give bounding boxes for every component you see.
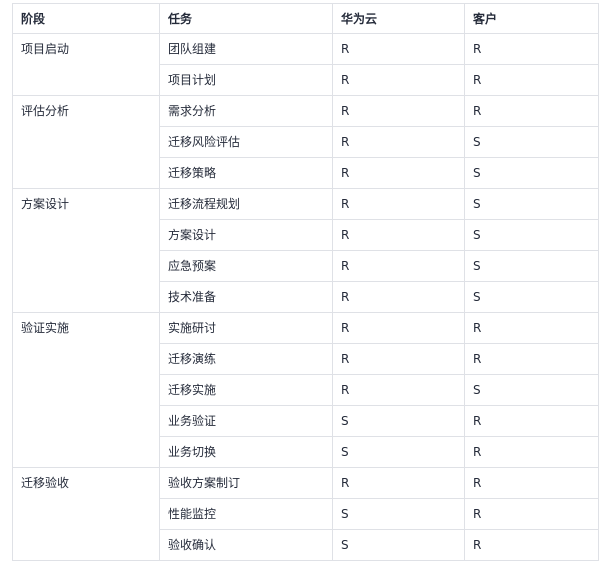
huawei-cloud-cell: R (332, 157, 465, 189)
task-cell: 方案设计 (159, 219, 333, 251)
customer-cell: S (464, 219, 599, 251)
responsibility-table: 阶段 任务 华为云 客户 项目启动 团队组建 R R 项目计划 R R 评估分析 需求分析 R R 迁… (12, 3, 599, 561)
header-customer: 客户 (464, 3, 599, 34)
task-cell: 需求分析 (159, 95, 333, 127)
customer-cell: R (464, 343, 599, 375)
task-cell: 验收方案制订 (159, 467, 333, 499)
customer-cell: R (464, 529, 599, 561)
huawei-cloud-cell: R (332, 343, 465, 375)
huawei-cloud-cell: S (332, 529, 465, 561)
task-cell: 实施研讨 (159, 312, 333, 344)
header-huawei-cloud: 华为云 (332, 3, 465, 34)
table-row: 评估分析 需求分析 R R (12, 95, 599, 189)
huawei-cloud-cell: S (332, 498, 465, 530)
task-cell: 团队组建 (159, 33, 333, 65)
huawei-cloud-cell: R (332, 188, 465, 220)
table-row: 验证实施 实施研讨 R R (12, 312, 599, 468)
customer-cell: S (464, 250, 599, 282)
huawei-cloud-cell: R (332, 219, 465, 251)
task-cell: 迁移流程规划 (159, 188, 333, 220)
task-cell: 技术准备 (159, 281, 333, 313)
huawei-cloud-cell: R (332, 281, 465, 313)
customer-cell: R (464, 498, 599, 530)
customer-cell: R (464, 33, 599, 65)
stage-cell: 项目启动 (12, 33, 160, 96)
task-cell: 应急预案 (159, 250, 333, 282)
table-body: 项目启动 团队组建 R R 项目计划 R R 评估分析 需求分析 R R 迁移风险评估 R S 迁移策略 R S… (12, 33, 599, 561)
customer-cell: R (464, 405, 599, 437)
huawei-cloud-cell: S (332, 436, 465, 468)
stage-cell: 验证实施 (12, 312, 160, 468)
customer-cell: S (464, 157, 599, 189)
task-cell: 性能监控 (159, 498, 333, 530)
huawei-cloud-cell: S (332, 405, 465, 437)
responsibility-table-container: 阶段 任务 华为云 客户 项目启动 团队组建 R R 项目计划 R R 评估分析 需求分析 R R 迁… (12, 3, 599, 561)
customer-cell: R (464, 64, 599, 96)
table-row: 项目启动 团队组建 R R (12, 33, 599, 96)
header-task: 任务 (159, 3, 333, 34)
table-row: 迁移验收 验收方案制订 R R (12, 467, 599, 561)
task-cell: 验收确认 (159, 529, 333, 561)
huawei-cloud-cell: R (332, 64, 465, 96)
task-cell: 迁移策略 (159, 157, 333, 189)
huawei-cloud-cell: R (332, 33, 465, 65)
stage-cell: 评估分析 (12, 95, 160, 189)
table-row: 方案设计 迁移流程规划 R S (12, 188, 599, 313)
customer-cell: S (464, 126, 599, 158)
customer-cell: R (464, 436, 599, 468)
task-cell: 业务切换 (159, 436, 333, 468)
huawei-cloud-cell: R (332, 250, 465, 282)
task-cell: 项目计划 (159, 64, 333, 96)
huawei-cloud-cell: R (332, 312, 465, 344)
task-cell: 业务验证 (159, 405, 333, 437)
task-cell: 迁移实施 (159, 374, 333, 406)
task-cell: 迁移演练 (159, 343, 333, 375)
stage-cell: 方案设计 (12, 188, 160, 313)
huawei-cloud-cell: R (332, 126, 465, 158)
customer-cell: R (464, 312, 599, 344)
stage-cell: 迁移验收 (12, 467, 160, 561)
task-cell: 迁移风险评估 (159, 126, 333, 158)
huawei-cloud-cell: R (332, 95, 465, 127)
header-stage: 阶段 (12, 3, 160, 34)
customer-cell: S (464, 374, 599, 406)
huawei-cloud-cell: R (332, 467, 465, 499)
customer-cell: S (464, 281, 599, 313)
table-header-row: 阶段 任务 华为云 客户 (12, 3, 599, 34)
customer-cell: R (464, 95, 599, 127)
huawei-cloud-cell: R (332, 374, 465, 406)
customer-cell: R (464, 467, 599, 499)
customer-cell: S (464, 188, 599, 220)
